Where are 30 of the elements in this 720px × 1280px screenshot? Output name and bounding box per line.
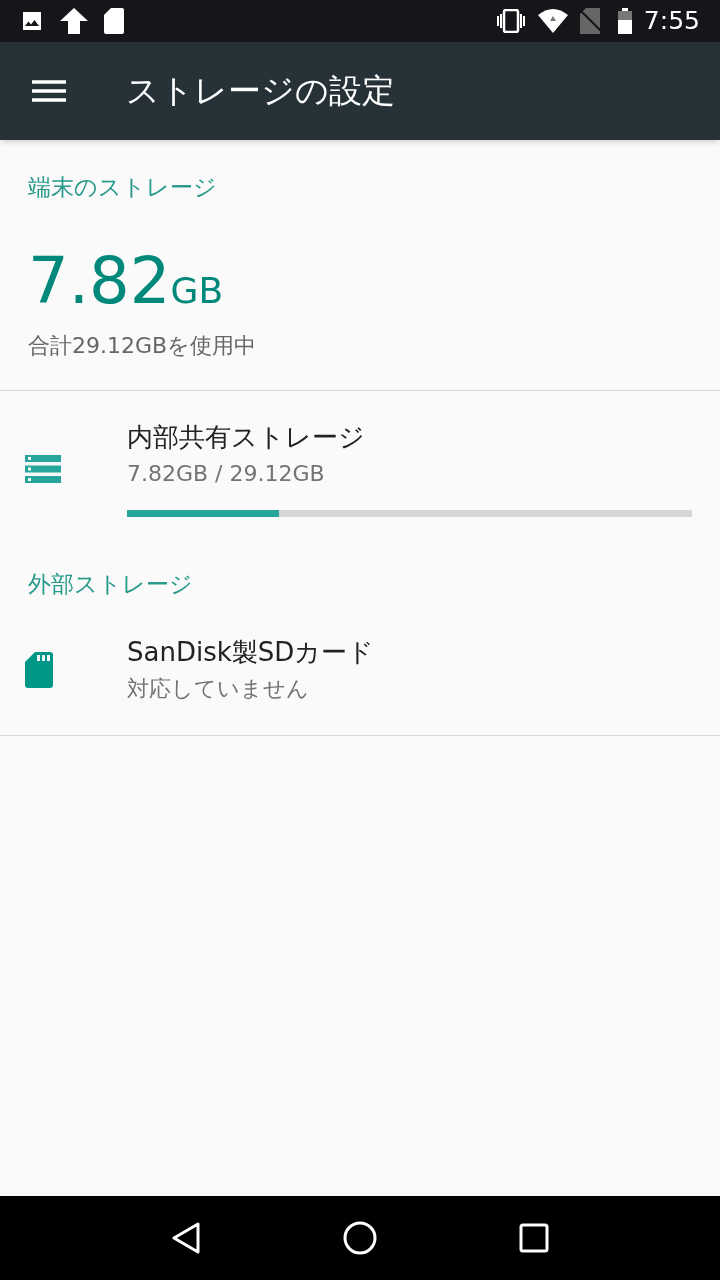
section-header: 外部ストレージ: [28, 570, 193, 599]
home-button[interactable]: [343, 1221, 377, 1255]
storage-title: 内部共有ストレージ: [127, 420, 365, 453]
menu-button[interactable]: [32, 78, 66, 104]
storage-item[interactable]: 内部共有ストレージ 7.82GB / 29.12GB: [0, 390, 720, 547]
sd-card-icon: [104, 8, 124, 34]
recents-button[interactable]: [519, 1223, 549, 1253]
used-amount: 7.82: [28, 248, 171, 313]
section-header: 端末のストレージ: [28, 173, 217, 202]
back-button[interactable]: [171, 1222, 201, 1254]
used-unit: GB: [170, 272, 224, 309]
storage-icon: [25, 454, 61, 483]
sd-card-icon: [25, 652, 53, 689]
usage-caption: 合計29.12GBを使用中: [28, 331, 257, 360]
no-sim-icon: [579, 8, 602, 34]
image-icon: [20, 9, 44, 33]
storage-item[interactable]: SanDisk製SDカード 対応していません: [0, 605, 720, 735]
wifi-icon: [537, 9, 568, 33]
vibrate-icon: [495, 9, 526, 33]
app-bar-title: ストレージの設定: [126, 70, 395, 113]
storage-title: SanDisk製SDカード: [127, 635, 375, 668]
back-icon: [171, 1222, 201, 1254]
storage-subtitle: 対応していません: [127, 675, 309, 703]
home-icon: [343, 1221, 377, 1255]
battery-icon: [617, 8, 632, 34]
upload-icon: [60, 8, 88, 34]
menu-icon: [32, 80, 66, 102]
recents-icon: [519, 1223, 549, 1253]
status-time: 7:55: [643, 5, 700, 38]
storage-subtitle: 7.82GB / 29.12GB: [127, 460, 325, 488]
